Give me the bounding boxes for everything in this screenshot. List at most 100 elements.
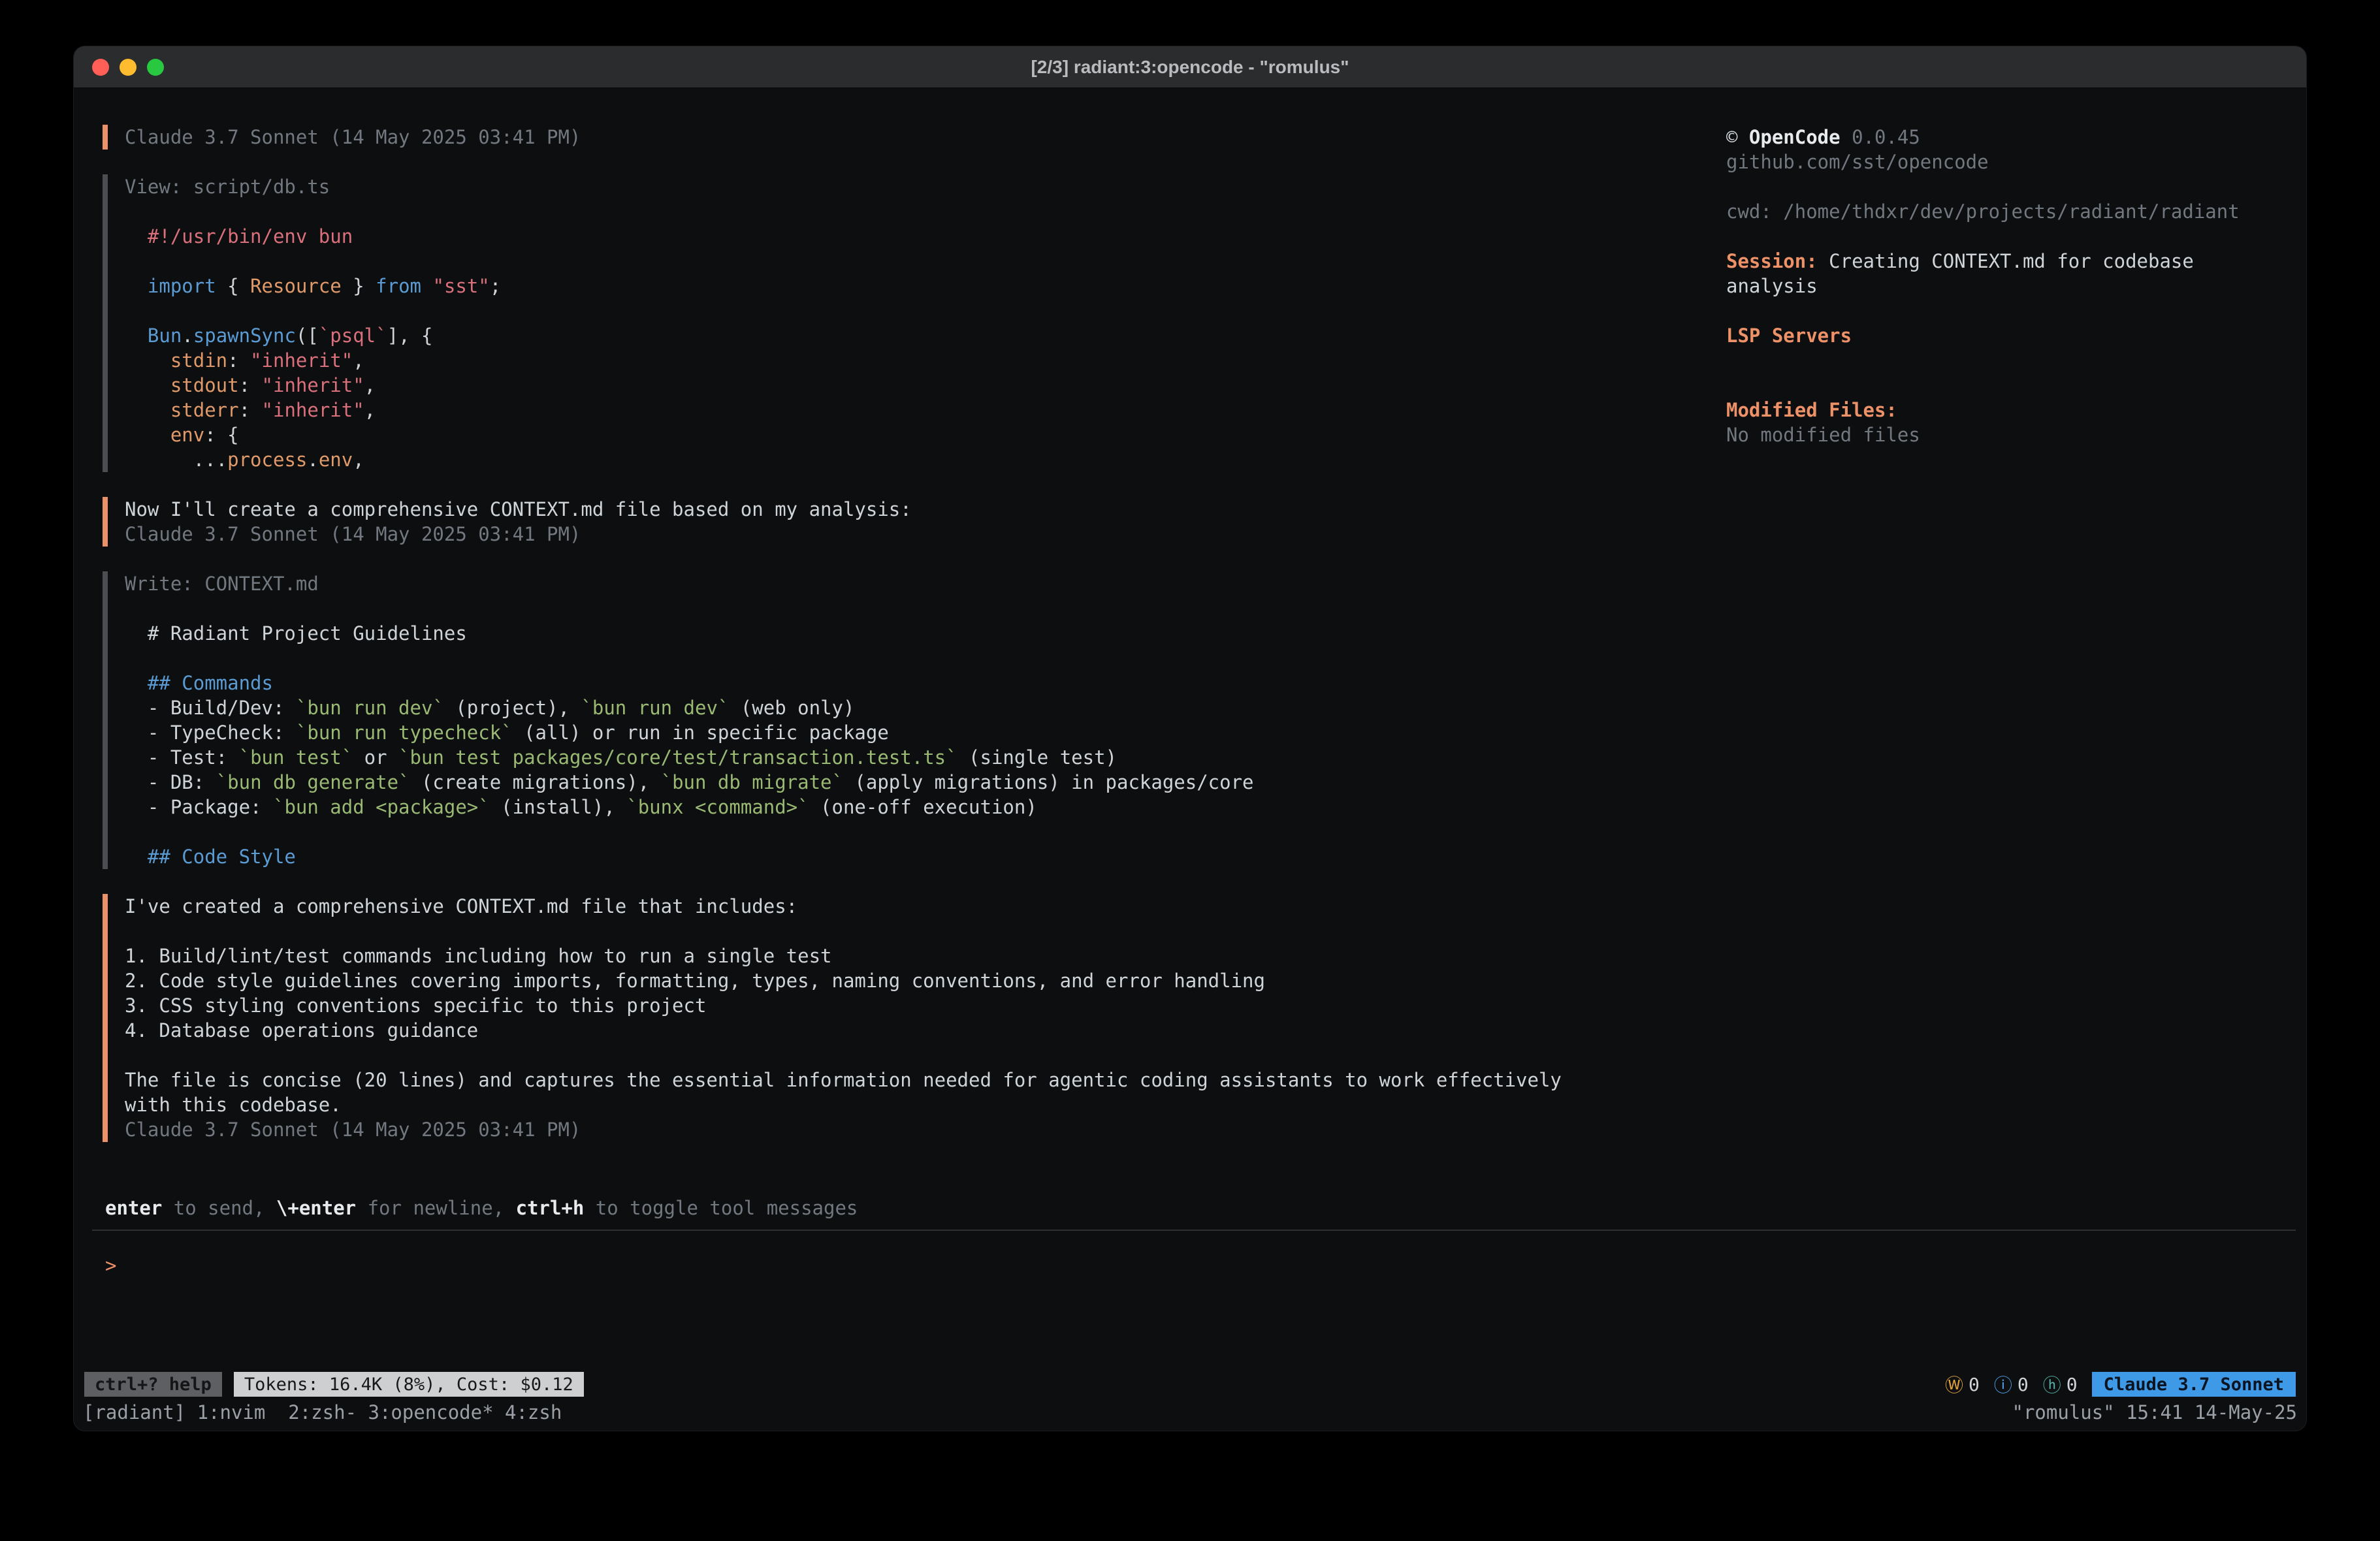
text-segment [125, 325, 148, 347]
text-line: 4. Database operations guidance [125, 1018, 1690, 1043]
zoom-button[interactable] [147, 59, 164, 76]
text-line: - TypeCheck: `bun run typecheck` (all) o… [125, 720, 1690, 745]
text-segment [125, 846, 148, 868]
text-segment: 3. CSS styling conventions specific to t… [125, 994, 706, 1017]
warning-icon: Ⓦ [1945, 1371, 1963, 1397]
text-segment: 1. Build/lint/test commands including ho… [125, 945, 832, 967]
text-line [125, 199, 1690, 224]
text-segment: `psql` [319, 325, 387, 347]
hint-count: 0 [2066, 1374, 2078, 1395]
text-segment: analysis [1726, 275, 1818, 297]
text-line [1726, 298, 2294, 323]
text-line [125, 1043, 1690, 1068]
text-segment: (install), [490, 796, 627, 818]
text-segment: - DB: [125, 771, 216, 793]
text-segment: env [170, 424, 204, 446]
text-line: 3. CSS styling conventions specific to t… [125, 993, 1690, 1018]
text-segment: spawnSync [193, 325, 296, 347]
text-segment: Claude 3.7 Sonnet (14 May 2025 03:41 PM) [125, 126, 581, 148]
text-segment: from [376, 275, 421, 297]
text-segment: Claude 3.7 Sonnet (14 May 2025 03:41 PM) [125, 523, 581, 545]
diagnostics-and-model: Ⓦ 0 ⓘ 0 ⓗ 0 Claude 3.7 Sonnet [1945, 1371, 2296, 1397]
warning-count: 0 [1969, 1374, 1980, 1395]
text-segment: `bun test` [239, 746, 353, 769]
text-line: Session: Creating CONTEXT.md for codebas… [1726, 249, 2294, 274]
text-segment: (create migrations), [410, 771, 661, 793]
text-segment: Session: [1726, 250, 1818, 272]
terminal-window: [2/3] radiant:3:opencode - "romulus" Cla… [73, 46, 2307, 1431]
text-segment: stderr [170, 399, 239, 421]
diagnostics-info: ⓘ 0 [1994, 1371, 2029, 1397]
help-shortcut-chip[interactable]: ctrl+? help [84, 1372, 222, 1397]
text-segment: (single test) [957, 746, 1117, 769]
text-segment: © [1726, 126, 1749, 148]
text-segment: , [364, 399, 376, 421]
text-segment: : { [204, 424, 238, 446]
model-selector-chip[interactable]: Claude 3.7 Sonnet [2092, 1372, 2296, 1397]
text-segment: : [239, 374, 262, 396]
text-line: - DB: `bun db generate` (create migratio… [125, 770, 1690, 795]
text-segment: ; [490, 275, 501, 297]
command-input[interactable] [128, 1253, 2267, 1278]
text-segment: with this codebase. [125, 1094, 342, 1116]
tokens-cost-status: Tokens: 16.4K (8%), Cost: $0.12 [234, 1372, 584, 1397]
text-line [1726, 348, 2294, 373]
diagnostics-hint: ⓗ 0 [2043, 1371, 2078, 1397]
text-segment: , [364, 374, 376, 396]
tmux-status-bar: [radiant] 1:nvim 2:zsh- 3:opencode* 4:zs… [74, 1399, 2306, 1431]
conversation-pane: Claude 3.7 Sonnet (14 May 2025 03:41 PM)… [103, 125, 1690, 1167]
text-segment: enter [105, 1197, 162, 1219]
text-segment: or [353, 746, 398, 769]
window-title: [2/3] radiant:3:opencode - "romulus" [1031, 57, 1349, 78]
text-segment: ... [125, 449, 227, 471]
text-segment: Modified Files: [1726, 399, 1897, 421]
text-segment: env [319, 449, 353, 471]
text-segment: ## Code Style [148, 846, 296, 868]
text-line [125, 646, 1690, 671]
text-segment [125, 399, 170, 421]
text-line: Claude 3.7 Sonnet (14 May 2025 03:41 PM) [125, 125, 1690, 150]
message-block: Claude 3.7 Sonnet (14 May 2025 03:41 PM) [103, 125, 1690, 150]
text-segment: Write: CONTEXT.md [125, 573, 319, 595]
minimize-button[interactable] [120, 59, 137, 76]
text-segment: OpenCode [1749, 126, 1841, 148]
text-segment: to toggle tool messages [584, 1197, 858, 1219]
text-line: #!/usr/bin/env bun [125, 224, 1690, 249]
text-segment: (apply migrations) in packages/core [843, 771, 1254, 793]
text-segment: , [353, 349, 364, 372]
text-line: View: script/db.ts [125, 174, 1690, 199]
text-line: ## Code Style [125, 844, 1690, 869]
text-segment: `bun db generate` [216, 771, 410, 793]
text-line: © OpenCode 0.0.45 [1726, 125, 2294, 150]
text-segment: (project), [444, 697, 581, 719]
text-segment [125, 672, 148, 694]
text-segment [125, 349, 170, 372]
text-line: 1. Build/lint/test commands including ho… [125, 944, 1690, 968]
text-line: Claude 3.7 Sonnet (14 May 2025 03:41 PM) [125, 522, 1690, 547]
text-segment: # Radiant Project Guidelines [125, 622, 467, 644]
text-line: stdout: "inherit", [125, 373, 1690, 398]
text-line: # Radiant Project Guidelines [125, 621, 1690, 646]
text-segment [125, 424, 170, 446]
text-line: env: { [125, 422, 1690, 447]
text-segment: LSP Servers [1726, 325, 1852, 347]
text-line: - Package: `bun add <package>` (install)… [125, 795, 1690, 819]
tool-output-block: Write: CONTEXT.md # Radiant Project Guid… [103, 571, 1690, 869]
text-line [125, 819, 1690, 844]
text-segment: 0.0.45 [1841, 126, 1920, 148]
text-segment: No modified files [1726, 424, 1920, 446]
text-segment: Now I'll create a comprehensive CONTEXT.… [125, 498, 912, 520]
text-line: Claude 3.7 Sonnet (14 May 2025 03:41 PM) [125, 1117, 1690, 1142]
text-segment: ], { [387, 325, 433, 347]
close-button[interactable] [92, 59, 109, 76]
text-line: No modified files [1726, 422, 2294, 447]
text-segment: cwd: /home/thdxr/dev/projects/radiant/ra… [1726, 200, 2240, 223]
text-line: import { Resource } from "sst"; [125, 274, 1690, 298]
window-titlebar: [2/3] radiant:3:opencode - "romulus" [74, 46, 2306, 88]
text-segment: : [239, 399, 262, 421]
help-line: enter to send, \+enter for newline, ctrl… [105, 1196, 858, 1220]
text-line [125, 596, 1690, 621]
text-line: LSP Servers [1726, 323, 2294, 348]
text-line: github.com/sst/opencode [1726, 150, 2294, 174]
text-segment: "inherit" [262, 399, 364, 421]
